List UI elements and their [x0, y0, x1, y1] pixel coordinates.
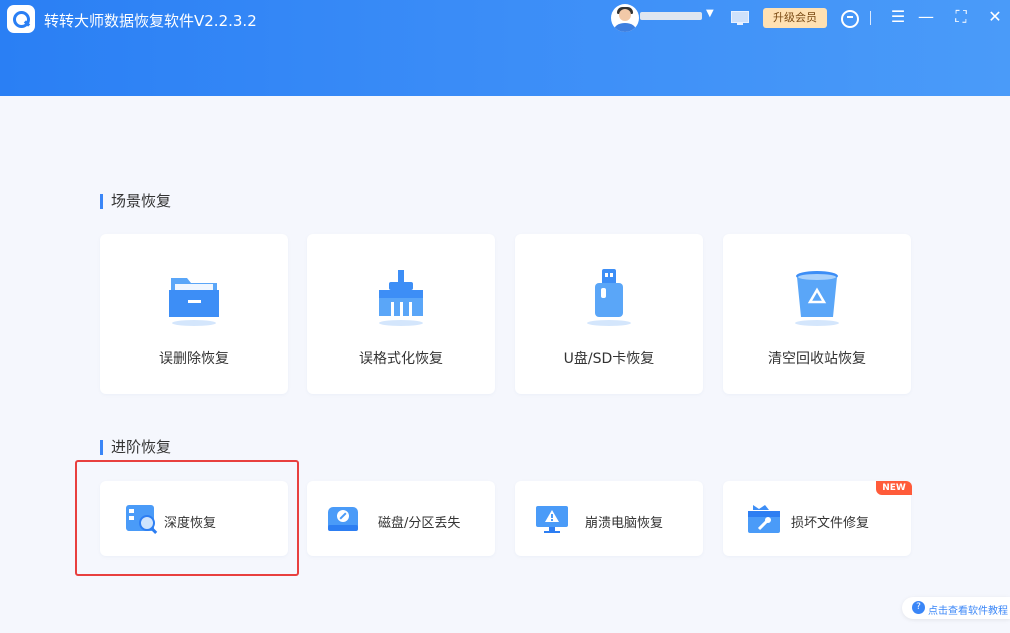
- folder-icon: [166, 268, 222, 328]
- card-crashed-computer-recovery[interactable]: 崩溃电脑恢复: [515, 481, 703, 556]
- user-avatar[interactable]: [611, 4, 639, 32]
- card-disk-partition-lost[interactable]: 磁盘/分区丢失: [307, 481, 495, 556]
- card-label: 误格式化恢复: [359, 351, 443, 367]
- menu-icon[interactable]: ☰: [887, 6, 909, 28]
- section-title-advanced-recovery: 进阶恢复: [100, 440, 171, 455]
- user-dropdown-icon[interactable]: ▼: [706, 8, 714, 19]
- card-label: 损坏文件修复: [791, 516, 870, 531]
- repair-file-icon: [747, 503, 781, 535]
- app-title: 转转大师数据恢复软件V2.2.3.2: [44, 12, 257, 30]
- help-icon: ?: [912, 601, 925, 614]
- usb-drive-icon: [581, 268, 637, 328]
- selection-highlight: [75, 460, 299, 576]
- card-accidental-delete-recovery[interactable]: 误删除恢复: [100, 234, 288, 394]
- new-badge: NEW: [876, 481, 912, 495]
- crashed-computer-icon: [535, 503, 569, 535]
- card-label: 清空回收站恢复: [768, 351, 866, 367]
- title-bar: 转转大师数据恢复软件V2.2.3.2 ▼ 升级会员 ☰ — ⛶ ✕: [0, 0, 1010, 96]
- card-format-recovery[interactable]: 误格式化恢复: [307, 234, 495, 394]
- broom-icon: [373, 268, 429, 328]
- card-label: 崩溃电脑恢复: [585, 516, 664, 531]
- close-icon[interactable]: ✕: [984, 6, 1006, 28]
- minimize-icon[interactable]: —: [915, 6, 937, 28]
- upgrade-vip-button[interactable]: 升级会员: [763, 8, 827, 28]
- recycle-bin-icon: [789, 268, 845, 328]
- app-logo: [7, 5, 35, 33]
- card-recycle-bin-recovery[interactable]: 清空回收站恢复: [723, 234, 911, 394]
- card-label: 误删除恢复: [159, 351, 229, 367]
- tutorial-link[interactable]: ? 点击查看软件教程: [902, 597, 1010, 619]
- maximize-icon[interactable]: ⛶: [950, 6, 972, 28]
- title-bar-divider: [870, 11, 871, 25]
- username-redacted[interactable]: [640, 12, 702, 20]
- monitor-icon[interactable]: [731, 11, 749, 26]
- card-label: U盘/SD卡恢复: [563, 351, 655, 367]
- tutorial-link-label: 点击查看软件教程: [928, 606, 1008, 617]
- customer-service-icon[interactable]: [841, 10, 859, 28]
- card-label: 磁盘/分区丢失: [378, 516, 461, 531]
- disk-icon: [326, 503, 360, 535]
- card-usb-sd-recovery[interactable]: U盘/SD卡恢复: [515, 234, 703, 394]
- section-title-scene-recovery: 场景恢复: [100, 194, 171, 209]
